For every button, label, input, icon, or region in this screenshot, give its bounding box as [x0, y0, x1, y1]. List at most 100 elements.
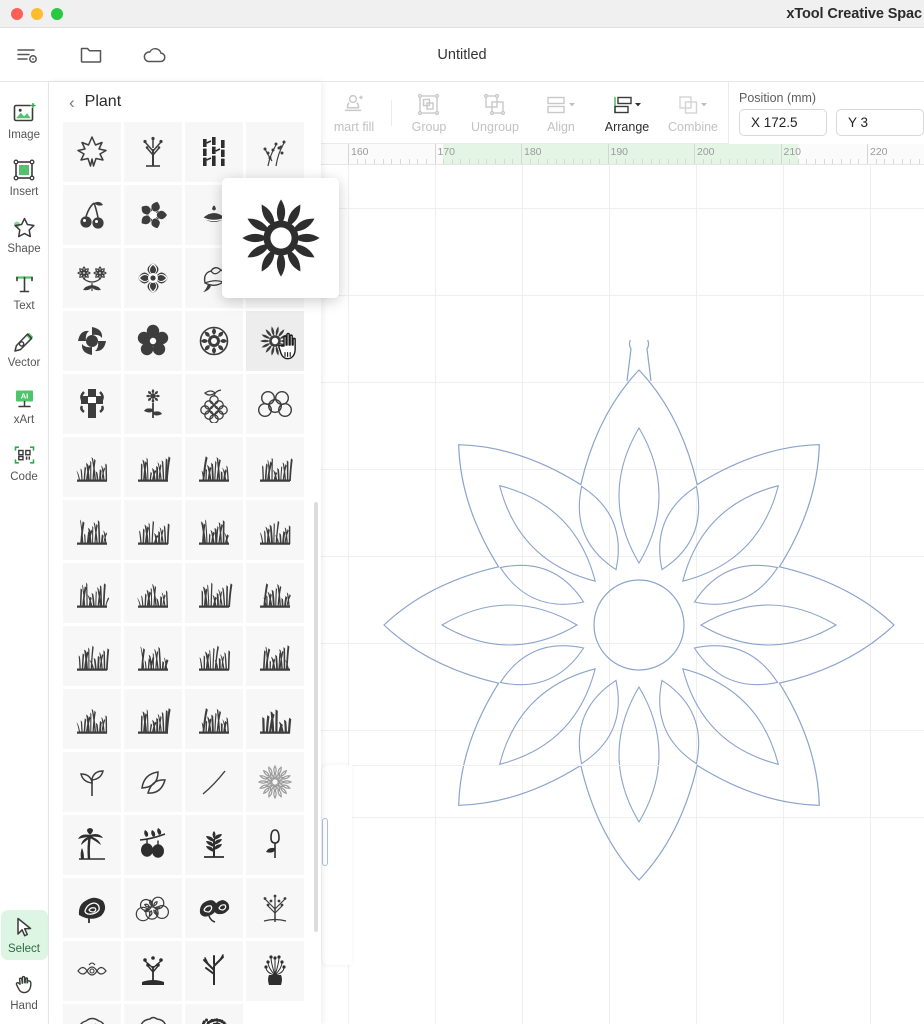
- position-x-input[interactable]: X 172.5: [739, 108, 827, 136]
- library-item-peony-outline[interactable]: [124, 878, 182, 938]
- library-item-grass-blades-solid[interactable]: [246, 689, 304, 749]
- library-item-round-tree-outline[interactable]: [124, 1004, 182, 1024]
- library-item-grass-tuft-7[interactable]: [124, 626, 182, 686]
- library-item-grass-tuft-9[interactable]: [246, 626, 304, 686]
- library-item-leafy-tree-outline[interactable]: [63, 1004, 121, 1024]
- rosette-crest-icon: [199, 326, 229, 356]
- grass-spikes-1-icon: [199, 519, 229, 545]
- rail-label-vector: Vector: [7, 357, 41, 369]
- library-item-blossom-twigs[interactable]: [246, 122, 304, 182]
- library-item-blossom-tree[interactable]: [246, 878, 304, 938]
- horizontal-ruler[interactable]: 160 170 180 190 200 210 220: [321, 144, 924, 165]
- library-item-bamboo[interactable]: [185, 122, 243, 182]
- library-item-grass-reeds-2[interactable]: [124, 563, 182, 623]
- library-item-cross-flower-crest[interactable]: [63, 374, 121, 434]
- library-item-cherries[interactable]: [63, 185, 121, 245]
- library-item-single-rose[interactable]: [246, 815, 304, 875]
- rail-item-xart[interactable]: AI xArt: [1, 381, 48, 431]
- library-item-grass-tuft-12[interactable]: [185, 689, 243, 749]
- library-item-grape-cluster[interactable]: [185, 374, 243, 434]
- library-item-grass-tuft-4[interactable]: [63, 500, 121, 560]
- library-item-sunflower[interactable]: [246, 311, 304, 371]
- library-item-filigree-ornament[interactable]: [63, 941, 121, 1001]
- library-scrollbar[interactable]: [314, 502, 318, 932]
- design-canvas[interactable]: [321, 165, 924, 1024]
- library-item-five-bloom-cluster[interactable]: [246, 374, 304, 434]
- leafy-tree-outline-icon: [80, 1017, 105, 1024]
- library-item-flower-vase[interactable]: [246, 941, 304, 1001]
- library-item-grass-clump-1[interactable]: [124, 500, 182, 560]
- rail-item-vector[interactable]: Vector: [1, 324, 48, 374]
- panel-divider: [331, 765, 661, 766]
- cloud-icon[interactable]: [140, 40, 170, 70]
- library-item-rosette-crest[interactable]: [185, 311, 243, 371]
- library-item-grass-tuft-8[interactable]: [185, 626, 243, 686]
- position-y-input[interactable]: Y 3: [836, 108, 924, 136]
- library-item-rose-bouquet[interactable]: [185, 878, 243, 938]
- library-item-flower-pair-ornament[interactable]: [63, 248, 121, 308]
- library-item-rose-bloom-solid[interactable]: [63, 878, 121, 938]
- ruler-tick-label: 170: [437, 146, 456, 158]
- library-item-three-leaves[interactable]: [124, 752, 182, 812]
- ruler-minor-tick: [408, 159, 410, 164]
- rail-item-insert[interactable]: Insert: [1, 153, 48, 203]
- library-item-grass-reeds-1[interactable]: [63, 563, 121, 623]
- library-item-grass-tuft-6[interactable]: [63, 626, 121, 686]
- rail-item-shape[interactable]: Shape: [1, 210, 48, 260]
- ruler-minor-tick: [581, 159, 583, 164]
- library-item-grass-reeds-3[interactable]: [185, 563, 243, 623]
- library-item-sakura-blossom[interactable]: [124, 185, 182, 245]
- library-item-bare-tree-branches[interactable]: [124, 122, 182, 182]
- rail-item-code[interactable]: Code: [1, 438, 48, 488]
- library-item-mon-flower-crest[interactable]: [124, 248, 182, 308]
- toolbar-align[interactable]: Align: [528, 92, 594, 134]
- panel-accent-marker[interactable]: [322, 818, 328, 866]
- toolbar-group[interactable]: Group: [396, 92, 462, 134]
- library-item-grass-blades-1[interactable]: [246, 437, 304, 497]
- chevron-left-icon[interactable]: ‹: [69, 94, 75, 111]
- toolbar-ungroup[interactable]: Ungroup: [462, 92, 528, 134]
- toolbar-combine[interactable]: Combine: [660, 92, 726, 134]
- library-item-grass-tuft-5[interactable]: [246, 500, 304, 560]
- library-item-daisy-stem[interactable]: [124, 374, 182, 434]
- library-item-grass-spikes-1[interactable]: [185, 500, 243, 560]
- rail-item-text[interactable]: Text: [1, 267, 48, 317]
- toolbar-smart-fill[interactable]: mart fill: [321, 92, 387, 134]
- maximize-window-button[interactable]: [51, 7, 63, 20]
- close-window-button[interactable]: [11, 7, 23, 20]
- grass-tuft-9-icon: [260, 645, 290, 671]
- library-item-grass-tuft-11[interactable]: [124, 689, 182, 749]
- folder-icon[interactable]: [76, 40, 106, 70]
- ruler-minor-tick: [373, 159, 375, 164]
- seedling-sprout-icon: [80, 770, 104, 796]
- ruler-minor-tick: [719, 159, 721, 164]
- toolbar-arrange[interactable]: Arrange: [594, 92, 660, 134]
- library-item-mandala-flower[interactable]: [246, 752, 304, 812]
- library-item-pinwheel-flower[interactable]: [63, 311, 121, 371]
- ruler-minor-tick: [702, 159, 704, 164]
- ruler-minor-tick: [382, 159, 384, 164]
- rail-label-select: Select: [8, 943, 40, 955]
- library-item-grass-tuft-2[interactable]: [124, 437, 182, 497]
- library-item-maple-leaf[interactable]: [63, 122, 121, 182]
- rail-item-hand[interactable]: Hand: [1, 967, 48, 1017]
- library-item-herb-sprig[interactable]: [185, 752, 243, 812]
- mandala-flower-outline[interactable]: [359, 333, 919, 905]
- library-item-grass-reeds-4[interactable]: [246, 563, 304, 623]
- library-item-bare-branch[interactable]: [185, 941, 243, 1001]
- library-item-grass-tuft-10[interactable]: [63, 689, 121, 749]
- library-item-fruit-tree[interactable]: [124, 941, 182, 1001]
- library-item-potted-plant[interactable]: [185, 815, 243, 875]
- library-item-dotted-tree[interactable]: [185, 1004, 243, 1024]
- library-item-olive-branch[interactable]: [124, 815, 182, 875]
- library-item-grass-tuft-1[interactable]: [63, 437, 121, 497]
- library-item-five-petal-flower[interactable]: [124, 311, 182, 371]
- minimize-window-button[interactable]: [31, 7, 43, 20]
- rail-item-image[interactable]: Image: [1, 96, 48, 146]
- rail-item-select[interactable]: Select: [0, 910, 48, 960]
- library-item-grass-tuft-3[interactable]: [185, 437, 243, 497]
- layers-settings-icon[interactable]: [12, 40, 42, 70]
- ruler-minor-tick: [806, 159, 808, 164]
- library-item-seedling-sprout[interactable]: [63, 752, 121, 812]
- library-item-palm-tree[interactable]: [63, 815, 121, 875]
